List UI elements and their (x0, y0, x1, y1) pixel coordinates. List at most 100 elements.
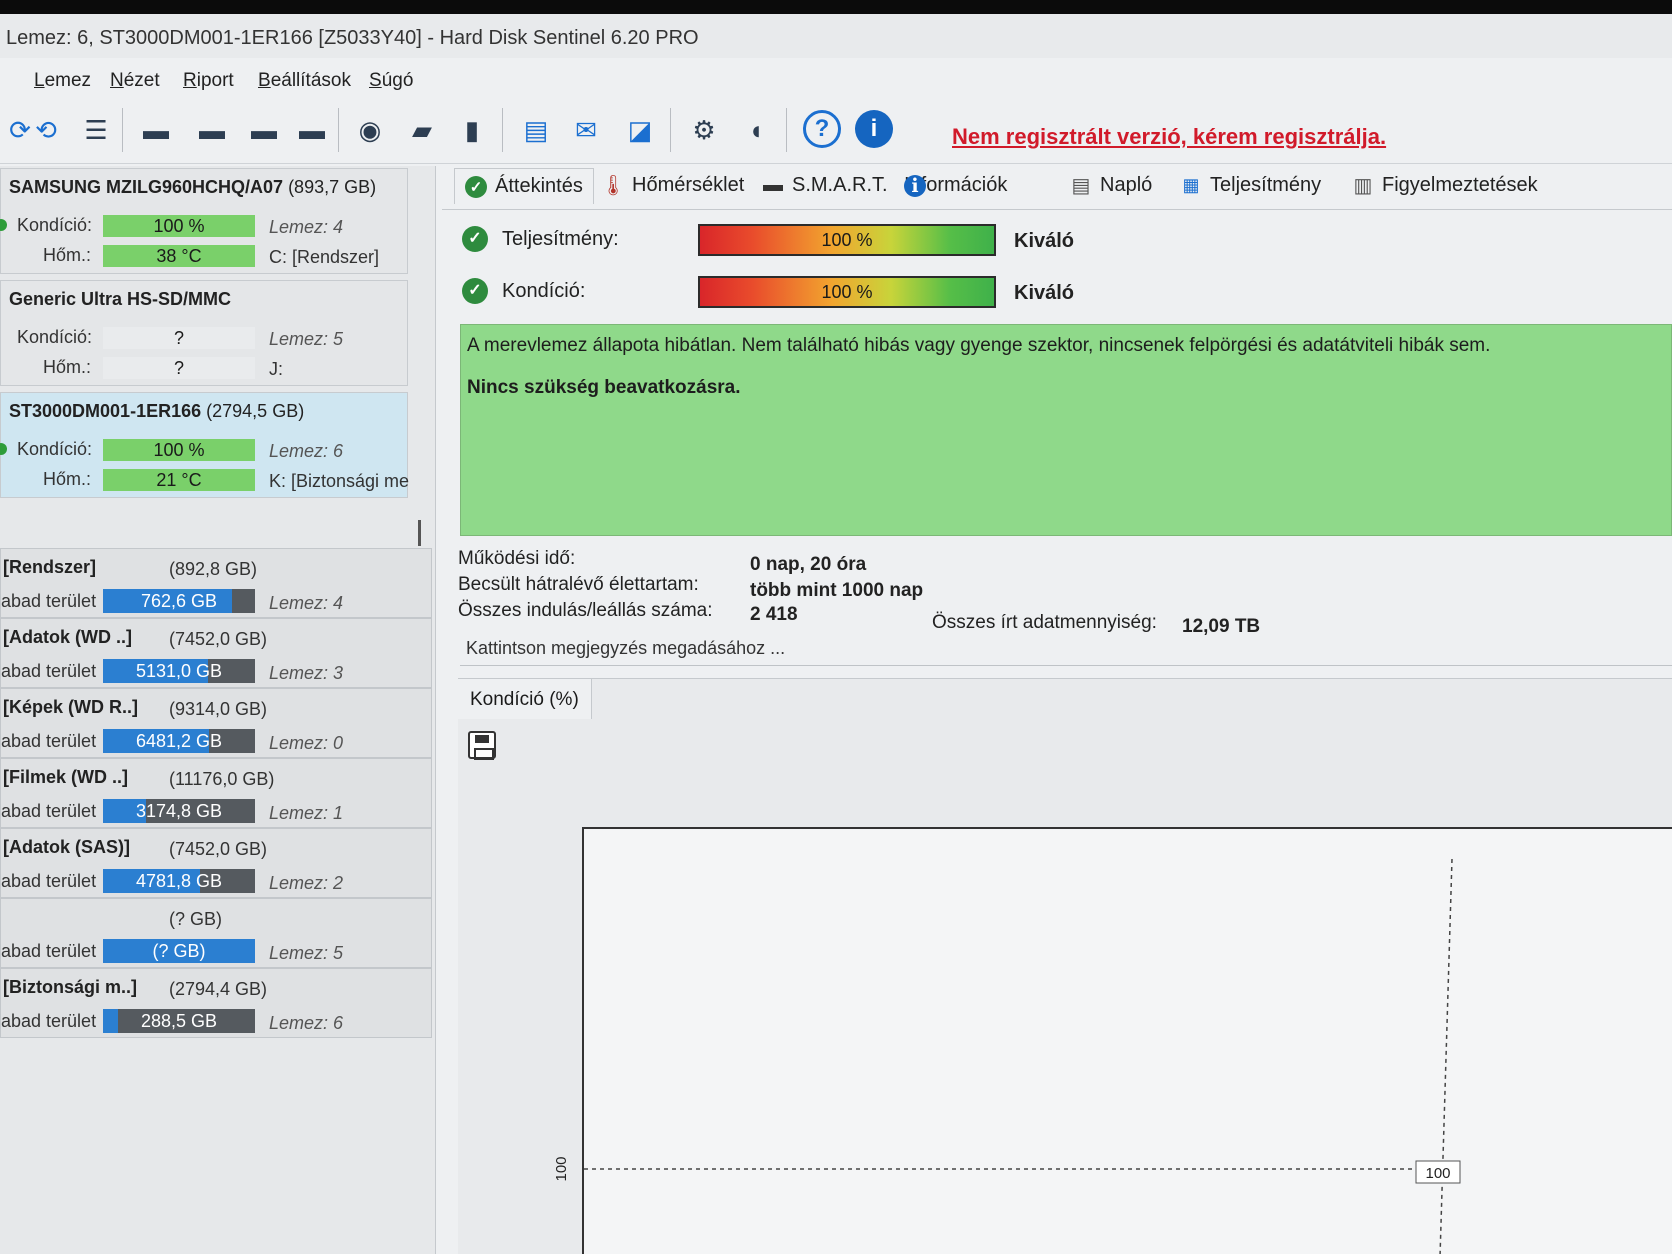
smart-icon: ▬ (763, 174, 783, 196)
email-icon[interactable]: ✉ (566, 110, 606, 150)
partition-name: [Képek (WD R..] (3, 697, 138, 717)
partition-item[interactable]: [Adatok (WD ..] (7452,0 GB) abad terület 51… (0, 618, 432, 688)
health-message: A merevlemez állapota hibátlan. Nem talá… (460, 324, 1672, 536)
tab-figyelmeztetesek[interactable]: ▥ Figyelmeztetések (1352, 174, 1538, 197)
disk-name: ST3000DM001-1ER166 (2794,5 GB) (9, 401, 305, 421)
free-space-label: abad terület (1, 661, 97, 681)
partition-item[interactable]: [Filmek (WD ..] (11176,0 GB) abad terület 3… (0, 758, 432, 828)
network-disk-icon[interactable]: ◉ (350, 110, 390, 150)
disk-name: Generic Ultra HS-SD/MMC (9, 289, 232, 309)
partition-size: (2794,4 GB) (169, 979, 268, 999)
menu-sugo[interactable]: Súgó (369, 70, 413, 92)
menu-lemez[interactable]: Lemez (34, 70, 91, 92)
data-label: 100 (1425, 1165, 1450, 1182)
notes-field[interactable]: Kattintson megjegyzés megadásához ... (460, 636, 1672, 666)
disk-item-selected[interactable]: ST3000DM001-1ER166 (2794,5 GB) Kondíció:… (0, 392, 409, 498)
refresh-all-icon[interactable]: ⟲ (26, 110, 66, 150)
tab-bar: ✓ Áttekintés 🌡 Hőmérséklet ▬ S.M.A.R.T. i In… (442, 166, 1672, 210)
toolbar: ⟳ ⟲ ☰ ▬ ▬ ▬ ▬ ◉ ▰ ▮ ▤ ✉ ◪ ⚙ ◖ ? i Nem re… (0, 100, 1672, 164)
temp-label: Hőm.: (43, 357, 92, 377)
disk-item[interactable]: Generic Ultra HS-SD/MMC Kondíció: ? Leme… (0, 280, 408, 386)
free-space-bar: 762,6 GB (103, 589, 255, 613)
free-space-value: 762,6 GB (140, 591, 218, 611)
performance-status: ✓ Teljesítmény: 100 % Kiváló (462, 218, 1662, 258)
condition-status: ✓ Kondíció: 100 % Kiváló (462, 270, 1662, 310)
partition-name: [Biztonsági m..] (3, 977, 137, 997)
uptime-label: Működési idő: (458, 548, 576, 569)
report-icon[interactable]: ▤ (516, 110, 556, 150)
menu-riport[interactable]: Riport (183, 70, 234, 92)
save-icon[interactable] (468, 731, 496, 760)
free-space-value: 288,5 GB (140, 1011, 218, 1031)
toolbar-separator (502, 108, 503, 152)
disk-schedule-icon[interactable]: ▬ (192, 110, 232, 150)
condition-label: Kondíció: (502, 280, 586, 302)
free-space-bar: 4781,8 GB (103, 869, 255, 893)
starts-value: 2 418 (750, 604, 798, 625)
toolbar-separator (786, 108, 787, 152)
status-dot-icon (0, 219, 7, 231)
disk-test-icon[interactable]: ▬ (136, 110, 176, 150)
tab-smart[interactable]: ▬ S.M.A.R.T. (762, 174, 888, 197)
partition-size: (7452,0 GB) (169, 839, 268, 859)
y-tick-label: 100 (553, 1156, 570, 1181)
partition-item[interactable]: [Biztonsági m..] (2794,4 GB) abad terület 2… (0, 968, 432, 1038)
disk-item[interactable]: SAMSUNG MZILG960HCHQ/A07 (893,7 GB) Kond… (0, 168, 408, 274)
tab-condition-chart[interactable]: Kondíció (%) (458, 679, 592, 719)
free-space-label: abad terület (1, 731, 97, 751)
temp-label: Hőm.: (43, 469, 92, 489)
condition-label: Kondíció: (17, 439, 93, 459)
free-space-value: 6481,2 GB (135, 731, 223, 751)
partition-item[interactable]: [Rendszer] (892,8 GB) abad terület 762,6 GB… (0, 548, 432, 618)
disk-number: Lemez: 5 (269, 329, 344, 349)
temp-label: Hőm.: (43, 245, 92, 265)
tab-homerseklet[interactable]: 🌡 Hőmérséklet (600, 174, 744, 197)
partition-name: [Rendszer] (3, 557, 97, 577)
tab-teljesitmeny[interactable]: ▦ Teljesítmény (1180, 174, 1321, 197)
free-space-value: (? GB) (152, 941, 206, 961)
disk-list-panel: SAMSUNG MZILG960HCHQ/A07 (893,7 GB) Kond… (0, 166, 436, 1254)
thermometer-icon: 🌡 (600, 175, 626, 197)
menu-nezet[interactable]: Nézet (110, 70, 160, 92)
tab-naplo[interactable]: ▤ Napló (1070, 174, 1153, 197)
free-space-label: abad terület (1, 941, 97, 961)
disk-check-icon[interactable]: ▬ (244, 110, 284, 150)
free-space-bar: 6481,2 GB (103, 729, 255, 753)
send-report-icon[interactable]: ◪ (620, 110, 660, 150)
partition-disk: Lemez: 4 (269, 593, 344, 613)
list-icon[interactable]: ☰ (76, 110, 116, 150)
partition-item[interactable]: [Adatok (SAS)] (7452,0 GB) abad terület 478… (0, 828, 432, 898)
gear-icon[interactable]: ⚙ (684, 110, 724, 150)
temp-bar: 21 °C (103, 469, 255, 491)
current-marker-line (1439, 858, 1453, 1254)
app-window: Lemez: 6, ST3000DM001-1ER166 [Z5033Y40] … (0, 14, 1672, 1254)
toolbar-separator (670, 108, 671, 152)
disk-number: Lemez: 4 (269, 217, 344, 237)
drive-tools-icon[interactable]: ▰ (402, 110, 442, 150)
register-link[interactable]: Nem regisztrált verzió, kérem regisztrál… (952, 124, 1386, 150)
scrollbar-thumb[interactable] (418, 520, 421, 546)
partition-item[interactable]: [Képek (WD R..] (9314,0 GB) abad terület 64… (0, 688, 432, 758)
condition-bar: 100 % (698, 276, 996, 308)
disk-search-icon[interactable]: ▬ (292, 110, 332, 150)
sound-icon[interactable]: ◖ (736, 110, 776, 150)
info-icon[interactable]: i (855, 110, 893, 148)
partition-item[interactable]: (? GB) abad terület (? GB) Lemez: 5 (0, 898, 432, 968)
chart-plot-area: 100 100 (553, 827, 1672, 1254)
usb-drive-icon[interactable]: ▮ (452, 110, 492, 150)
menu-bar: Lemez Nézet Riport Beállítások Súgó (0, 58, 1672, 98)
partition-disk: Lemez: 0 (269, 733, 344, 753)
partition-size: (? GB) (169, 909, 223, 929)
menu-beallitasok[interactable]: Beállítások (258, 70, 351, 92)
info-icon: i (904, 174, 926, 197)
tab-attekintes[interactable]: ✓ Áttekintés (454, 168, 594, 204)
tab-informaciok[interactable]: i Információk (904, 174, 1007, 197)
condition-label: Kondíció: (17, 327, 93, 347)
alerts-icon: ▥ (1353, 175, 1373, 197)
partition-disk: Lemez: 5 (269, 943, 344, 963)
help-icon[interactable]: ? (803, 110, 841, 148)
performance-label: Teljesítmény: (502, 228, 619, 250)
temp-bar: ? (103, 357, 255, 379)
uptime-value: 0 nap, 20 óra (750, 554, 867, 575)
free-space-bar: 5131,0 GB (103, 659, 255, 683)
